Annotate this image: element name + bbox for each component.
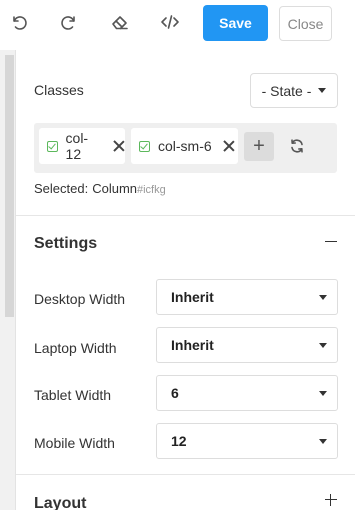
state-select-label: - State - [261, 82, 312, 99]
desktop-width-label: Desktop Width [34, 291, 126, 307]
mobile-width-select[interactable]: 12 [156, 423, 338, 459]
selected-id: #icfkg [137, 184, 166, 196]
state-select[interactable]: - State - [250, 73, 338, 108]
selected-label: Selected: [34, 181, 89, 196]
remove-tag-icon[interactable] [222, 139, 236, 153]
eraser-icon[interactable] [107, 9, 133, 35]
class-tag[interactable]: col-12 [39, 128, 125, 164]
caret-down-icon [318, 88, 327, 93]
tablet-width-label: Tablet Width [34, 387, 112, 403]
laptop-width-select[interactable]: Inherit [156, 327, 338, 363]
checkbox-checked-icon[interactable] [139, 140, 150, 152]
redo-icon[interactable] [56, 9, 82, 35]
plus-icon[interactable] [324, 493, 338, 507]
class-tags-container: col-12 col-sm-6 + [34, 123, 337, 173]
mobile-width-label: Mobile Width [34, 435, 115, 451]
settings-section-title[interactable]: Settings [34, 235, 97, 253]
code-icon[interactable] [157, 9, 183, 35]
add-class-button[interactable]: + [244, 132, 274, 161]
caret-down-icon [319, 391, 327, 396]
layout-section-title[interactable]: Layout [34, 495, 86, 510]
caret-down-icon [319, 343, 327, 348]
class-tag-label: col-sm-6 [158, 138, 212, 154]
class-tag[interactable]: col-sm-6 [131, 128, 238, 164]
laptop-width-value: Inherit [171, 337, 214, 353]
save-button[interactable]: Save [203, 5, 268, 41]
desktop-width-value: Inherit [171, 289, 214, 305]
laptop-width-label: Laptop Width [34, 340, 117, 356]
properties-panel: Classes - State - col-12 col-sm-6 + Sele… [16, 50, 355, 510]
sync-icon[interactable] [285, 134, 309, 158]
caret-down-icon [319, 295, 327, 300]
left-scroll-thumb[interactable] [5, 55, 14, 317]
undo-icon[interactable] [6, 9, 32, 35]
minus-icon[interactable] [324, 235, 338, 249]
checkbox-checked-icon[interactable] [47, 140, 58, 152]
top-toolbar: Save Close [0, 0, 355, 50]
section-divider [16, 474, 355, 475]
classes-label: Classes [34, 82, 84, 98]
mobile-width-value: 12 [171, 433, 187, 449]
class-tag-label: col-12 [65, 130, 89, 162]
tablet-width-select[interactable]: 6 [156, 375, 338, 411]
remove-tag-icon[interactable] [112, 139, 125, 153]
section-divider [16, 215, 355, 216]
desktop-width-select[interactable]: Inherit [156, 279, 338, 315]
caret-down-icon [319, 439, 327, 444]
tablet-width-value: 6 [171, 385, 179, 401]
close-button[interactable]: Close [279, 6, 332, 41]
selected-value: Column [92, 181, 137, 196]
selected-element-info: Selected: Column#icfkg [34, 181, 166, 196]
